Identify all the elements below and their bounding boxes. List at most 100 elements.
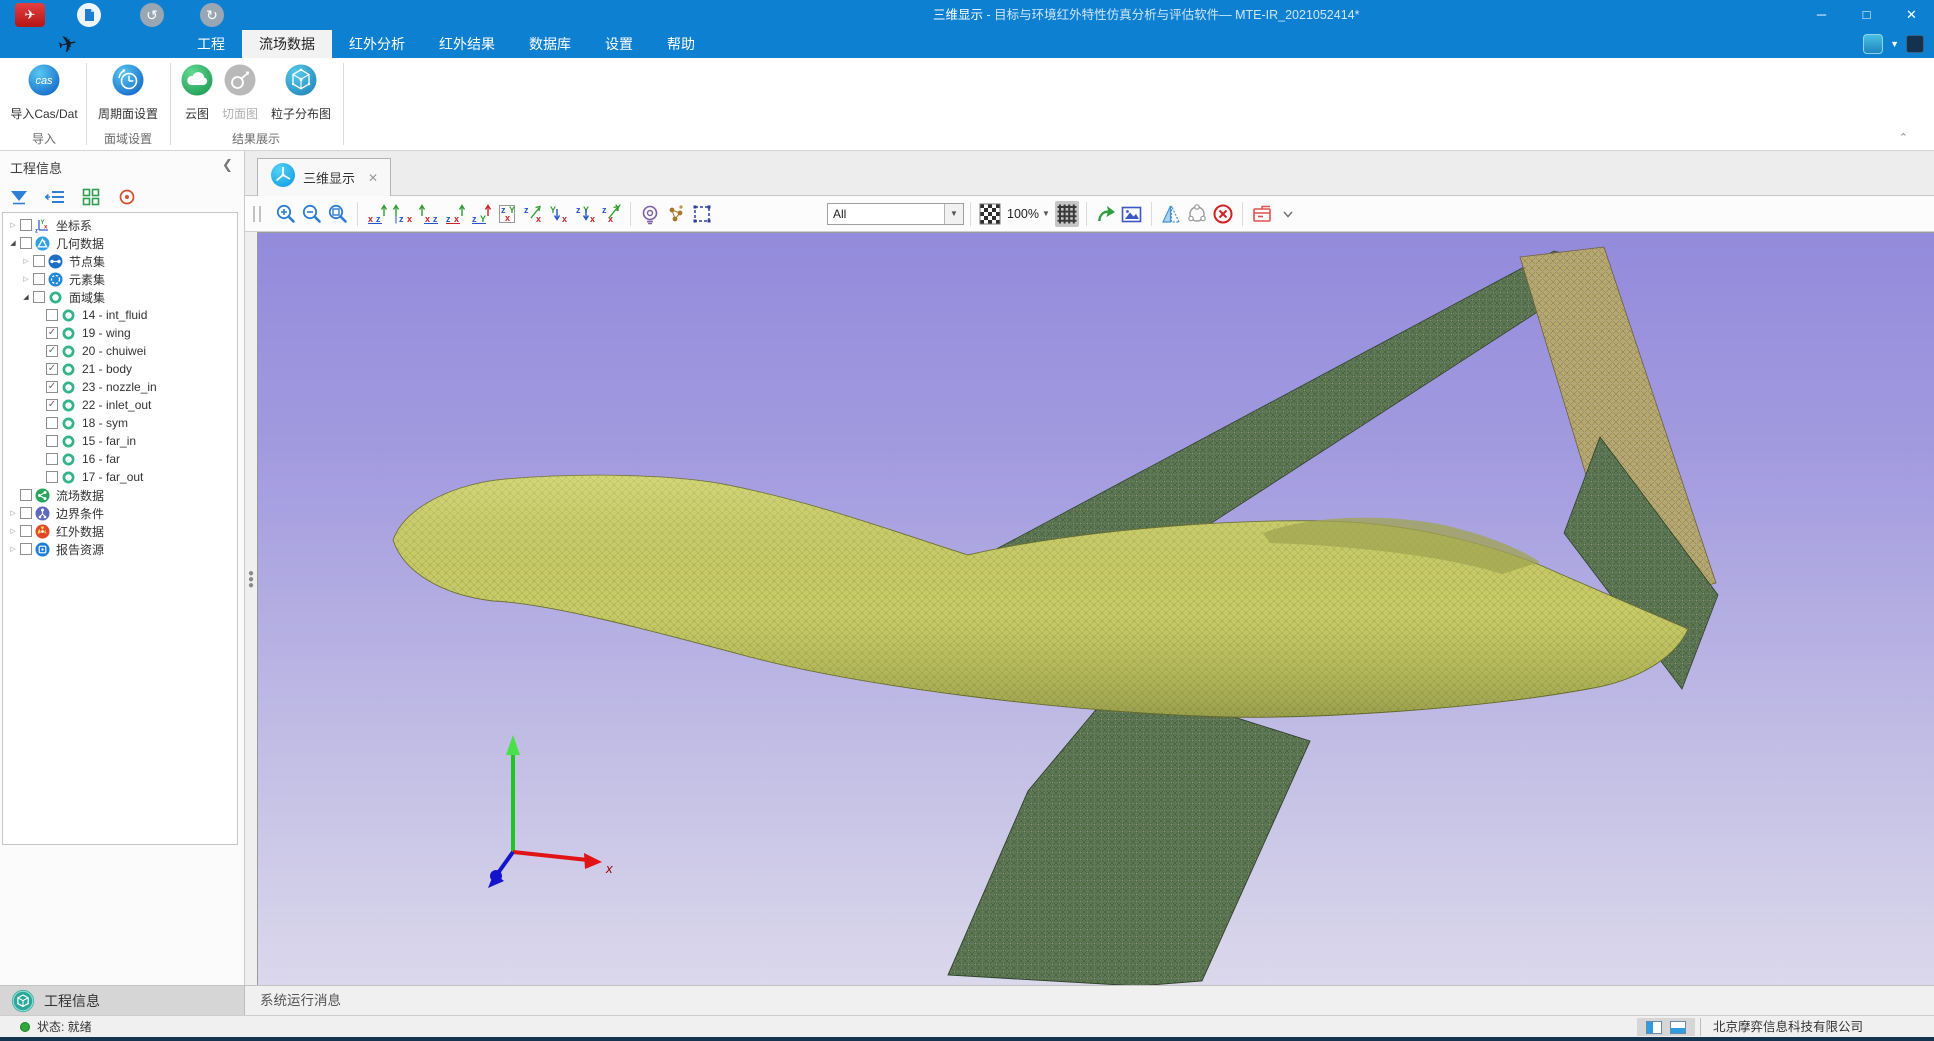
expander-collapsed-icon[interactable]: ▷ (20, 275, 32, 283)
layout-left-panel-icon[interactable] (1646, 1021, 1662, 1034)
export-arrow-icon[interactable] (1094, 201, 1118, 227)
tree-checkbox[interactable] (20, 543, 32, 555)
tree-item[interactable]: ▷红外数据 (3, 522, 237, 540)
smooth-icon[interactable] (1185, 201, 1209, 227)
tree-item[interactable]: 14 - int_fluid (3, 306, 237, 324)
menu-flowfield-data[interactable]: 流场数据 (242, 30, 332, 58)
tree-item[interactable]: ◢几何数据 (3, 234, 237, 252)
tree-item[interactable]: 15 - far_in (3, 432, 237, 450)
viewport-3d-canvas[interactable]: x (257, 232, 1934, 985)
menu-help[interactable]: 帮助 (650, 30, 712, 58)
clear-icon[interactable] (1211, 201, 1235, 227)
menu-infrared-analysis[interactable]: 红外分析 (332, 30, 422, 58)
expander-collapsed-icon[interactable]: ▷ (20, 257, 32, 265)
tab-close-icon[interactable]: ✕ (368, 171, 378, 185)
section-box-icon[interactable] (1250, 201, 1274, 227)
theme-icon[interactable] (1863, 34, 1883, 54)
app-grid-icon[interactable] (1906, 35, 1924, 53)
display-filter-dropdown[interactable]: All▼ (827, 203, 964, 225)
panel-footer-tab[interactable]: 工程信息 (0, 986, 245, 1016)
tree-item[interactable]: 18 - sym (3, 414, 237, 432)
tree-checkbox[interactable] (33, 255, 45, 267)
mesh-grid-icon[interactable] (1055, 201, 1079, 227)
tree-checkbox[interactable] (20, 525, 32, 537)
tree-checkbox[interactable]: ✓ (46, 327, 58, 339)
tree-item[interactable]: ✓22 - inlet_out (3, 396, 237, 414)
zoom-fit-icon[interactable] (326, 201, 350, 227)
tree-item[interactable]: ✓23 - nozzle_in (3, 378, 237, 396)
tree-item[interactable]: 17 - far_out (3, 468, 237, 486)
tab-3d-display[interactable]: 三维显示 ✕ (257, 158, 391, 196)
view-iso-ne-icon[interactable]: zx (521, 201, 545, 227)
dropdown-arrow-icon[interactable]: ▼ (944, 204, 963, 224)
chevron-down-icon[interactable]: ▼ (1890, 39, 1899, 49)
close-button[interactable]: ✕ (1889, 0, 1934, 30)
expander-collapsed-icon[interactable]: ▷ (7, 509, 19, 517)
view-top-icon[interactable]: zY (469, 201, 493, 227)
box-select-icon[interactable] (690, 201, 714, 227)
maximize-button[interactable]: □ (1844, 0, 1889, 30)
tree-item[interactable]: ▷边界条件 (3, 504, 237, 522)
tree-item[interactable]: 流场数据 (3, 486, 237, 504)
opacity-checker-icon[interactable] (978, 201, 1002, 227)
menu-database[interactable]: 数据库 (512, 30, 588, 58)
zoom-out-icon[interactable] (300, 201, 324, 227)
expander-collapsed-icon[interactable]: ▷ (7, 221, 19, 229)
tree-checkbox[interactable] (46, 435, 58, 447)
expander-collapsed-icon[interactable]: ▷ (7, 545, 19, 553)
tree-item[interactable]: ✓21 - body (3, 360, 237, 378)
periodic-face-settings-button[interactable]: 周期面设置 (93, 63, 163, 122)
zoom-level-dropdown[interactable]: 100%▼ (1007, 207, 1050, 221)
tree-checkbox[interactable] (33, 273, 45, 285)
view-front-icon[interactable]: xz (365, 201, 389, 227)
tree-item[interactable]: ▷Yzx坐标系 (3, 216, 237, 234)
menu-settings[interactable]: 设置 (588, 30, 650, 58)
expander-expanded-icon[interactable]: ◢ (7, 239, 19, 247)
particle-trace-icon[interactable] (664, 201, 688, 227)
zoom-in-icon[interactable] (274, 201, 298, 227)
tree-checkbox[interactable] (46, 417, 58, 429)
tree-item[interactable]: ✓20 - chuiwei (3, 342, 237, 360)
tree-checkbox[interactable] (33, 291, 45, 303)
expander-collapsed-icon[interactable]: ▷ (7, 527, 19, 535)
tree-item[interactable]: ▷报告资源 (3, 540, 237, 558)
mirror-icon[interactable] (1159, 201, 1183, 227)
tree-checkbox[interactable] (46, 453, 58, 465)
view-bottom-icon[interactable]: zYx (495, 201, 519, 227)
tree-checkbox[interactable]: ✓ (46, 399, 58, 411)
tree-checkbox[interactable] (46, 309, 58, 321)
toolbar-handle[interactable] (248, 201, 272, 227)
menu-engineering[interactable]: 工程 (180, 30, 242, 58)
ribbon-collapse-icon[interactable]: ⌃ (1899, 131, 1908, 144)
tree-checkbox[interactable]: ✓ (46, 345, 58, 357)
tree-item[interactable]: ▷元素集 (3, 270, 237, 288)
panel-collapse-icon[interactable]: ❮ (222, 157, 233, 173)
view-iso-sw-icon[interactable]: zxY (599, 201, 623, 227)
tree-item[interactable]: ◢面域集 (3, 288, 237, 306)
light-icon[interactable] (638, 201, 662, 227)
tree-item[interactable]: 16 - far (3, 450, 237, 468)
expander-expanded-icon[interactable]: ◢ (20, 293, 32, 301)
view-right-icon[interactable]: zx (443, 201, 467, 227)
caret-down-icon[interactable] (1276, 201, 1300, 227)
tree-item[interactable]: ▷节点集 (3, 252, 237, 270)
particle-distribution-button[interactable]: 粒子分布图 (266, 63, 336, 122)
minimize-button[interactable]: ─ (1799, 0, 1844, 30)
tree-checkbox[interactable]: ✓ (46, 363, 58, 375)
redo-icon[interactable]: ↻ (200, 3, 224, 27)
tree-checkbox[interactable] (20, 489, 32, 501)
new-file-icon[interactable] (77, 3, 101, 27)
tree-checkbox[interactable]: ✓ (46, 381, 58, 393)
view-iso-nw-icon[interactable]: Yx (547, 201, 571, 227)
app-icon[interactable]: ✈ (15, 3, 45, 27)
filter-icon[interactable] (9, 187, 29, 207)
collapse-list-icon[interactable] (45, 187, 65, 207)
tree-checkbox[interactable] (20, 237, 32, 249)
tree-checkbox[interactable] (46, 471, 58, 483)
view-iso-se-icon[interactable]: zYx (573, 201, 597, 227)
tree-checkbox[interactable] (20, 507, 32, 519)
tree-item[interactable]: ✓19 - wing (3, 324, 237, 342)
view-left-icon[interactable]: xz (417, 201, 441, 227)
layout-bottom-panel-icon[interactable] (1670, 1021, 1686, 1034)
tree-checkbox[interactable] (20, 219, 32, 231)
